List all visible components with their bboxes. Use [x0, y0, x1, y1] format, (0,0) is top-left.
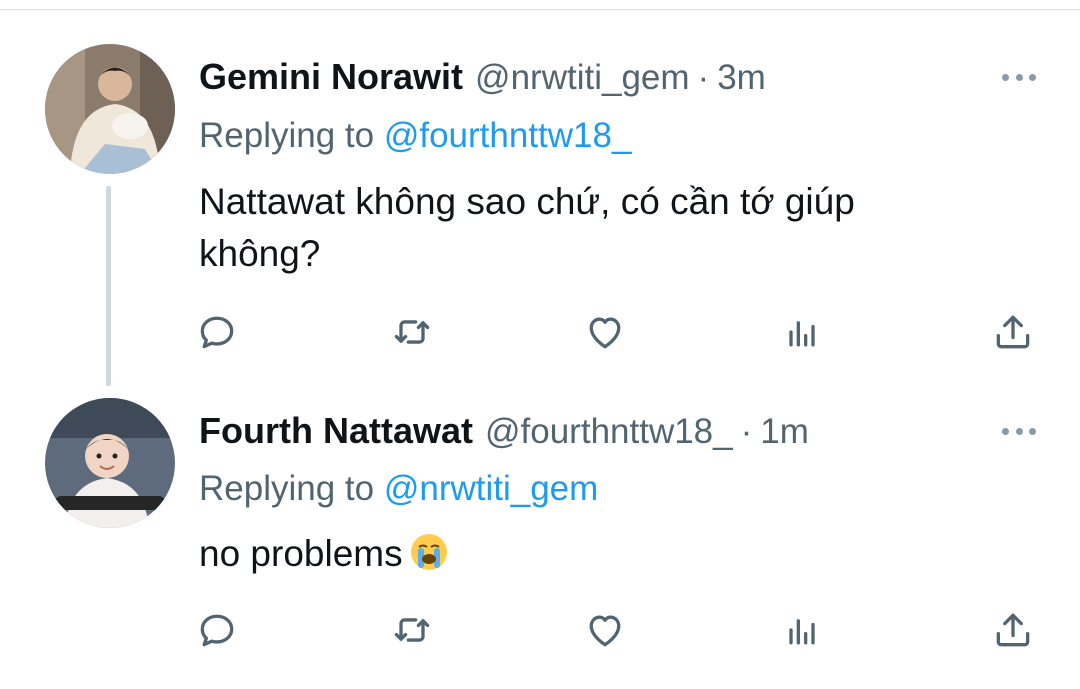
reply-button[interactable] [194, 607, 240, 653]
tweet-header: Fourth Nattawat @fourthnttw18_ · 1m [199, 410, 809, 452]
tweet-text-line: no problems [199, 533, 403, 574]
bar-chart-icon [789, 619, 815, 645]
share-upload-icon [996, 613, 1030, 647]
share-button[interactable] [990, 607, 1036, 653]
loudly-crying-face-icon [410, 534, 447, 570]
tweet-2[interactable]: Fourth Nattawat @fourthnttw18_ · 1m Repl… [0, 0, 1080, 689]
speech-bubble-icon [200, 614, 234, 647]
action-bar [0, 607, 1080, 653]
views-button[interactable] [779, 607, 825, 653]
tweet-text: no problems [199, 528, 999, 580]
mention-link[interactable]: @nrwtiti_gem [384, 469, 598, 508]
user-handle[interactable]: @fourthnttw18_ [485, 412, 733, 452]
heart-icon [589, 615, 621, 647]
like-button[interactable] [582, 607, 628, 653]
avatar-fourth[interactable] [45, 398, 175, 528]
separator-dot: · [740, 412, 753, 451]
display-name[interactable]: Fourth Nattawat [199, 410, 473, 452]
replying-prefix: Replying to [199, 469, 384, 508]
timestamp[interactable]: 1m [760, 412, 809, 452]
retweet-button[interactable] [389, 607, 435, 653]
retweet-icon [394, 618, 430, 642]
more-dots-icon[interactable] [1002, 426, 1036, 436]
replying-to: Replying to @nrwtiti_gem [199, 469, 598, 509]
